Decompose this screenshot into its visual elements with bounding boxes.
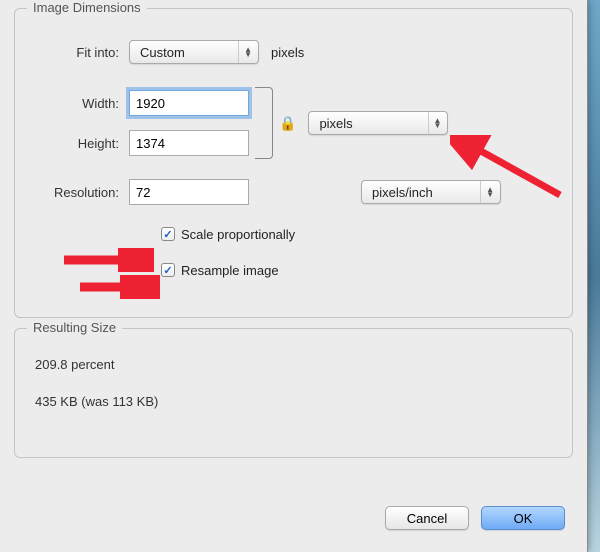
resulting-filesize: 435 KB (was 113 KB) <box>35 394 552 409</box>
link-bracket-icon <box>255 87 273 159</box>
resulting-percent: 209.8 percent <box>35 357 552 372</box>
image-dimensions-group: Image Dimensions Fit into: Custom ▲▼ pix… <box>14 8 573 318</box>
resulting-size-group: Resulting Size 209.8 percent 435 KB (was… <box>14 328 573 458</box>
updown-arrows-icon: ▲▼ <box>238 41 252 63</box>
height-row: Height: <box>29 130 249 156</box>
updown-arrows-icon: ▲▼ <box>428 112 442 134</box>
fit-into-value: Custom <box>140 45 185 60</box>
dialog-buttons: Cancel OK <box>385 506 565 530</box>
scale-row: ✓ Scale proportionally <box>157 219 558 249</box>
fit-into-unit: pixels <box>271 45 304 60</box>
resolution-unit-select[interactable]: pixels/inch ▲▼ <box>361 180 501 204</box>
checkbox-icon: ✓ <box>161 263 175 277</box>
ok-button[interactable]: OK <box>481 506 565 530</box>
height-label: Height: <box>29 136 129 151</box>
resample-label: Resample image <box>181 263 279 278</box>
resample-row: ✓ Resample image <box>157 255 558 285</box>
dimensions-column: Width: Height: <box>29 90 249 156</box>
checkbox-icon: ✓ <box>161 227 175 241</box>
updown-arrows-icon: ▲▼ <box>480 181 494 203</box>
fit-into-select[interactable]: Custom ▲▼ <box>129 40 259 64</box>
fit-into-row: Fit into: Custom ▲▼ pixels <box>29 37 558 67</box>
fit-into-label: Fit into: <box>29 45 129 60</box>
image-size-dialog: Image Dimensions Fit into: Custom ▲▼ pix… <box>0 0 588 552</box>
resulting-size-title: Resulting Size <box>27 320 122 335</box>
resolution-unit-value: pixels/inch <box>372 185 433 200</box>
group-title: Image Dimensions <box>27 0 147 15</box>
resolution-input[interactable] <box>129 179 249 205</box>
dimensions-block: Width: Height: 🔒 pixels ▲▼ <box>29 87 558 159</box>
dimensions-unit-value: pixels <box>319 116 352 131</box>
width-input[interactable] <box>129 90 249 116</box>
resolution-label: Resolution: <box>29 185 129 200</box>
width-label: Width: <box>29 96 129 111</box>
resample-image-checkbox[interactable]: ✓ Resample image <box>161 263 279 278</box>
height-input[interactable] <box>129 130 249 156</box>
dimensions-unit-select[interactable]: pixels ▲▼ <box>308 111 448 135</box>
scale-proportionally-checkbox[interactable]: ✓ Scale proportionally <box>161 227 295 242</box>
resolution-row: Resolution: pixels/inch ▲▼ <box>29 177 558 207</box>
lock-icon: 🔒 <box>279 115 296 132</box>
scale-label: Scale proportionally <box>181 227 295 242</box>
width-row: Width: <box>29 90 249 116</box>
cancel-button[interactable]: Cancel <box>385 506 469 530</box>
